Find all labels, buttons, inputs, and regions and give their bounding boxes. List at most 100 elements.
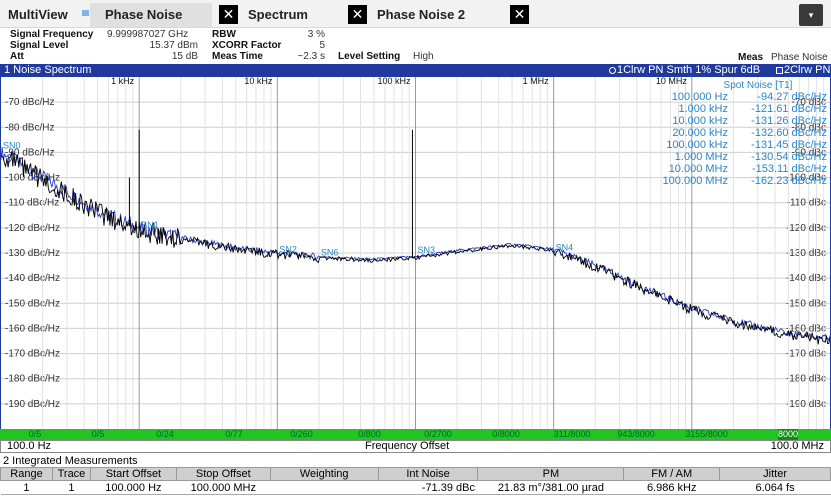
signal-frequency-value[interactable]: 9.999987027 GHz [107, 30, 188, 40]
y-tick-label-right: -170 dBc [786, 349, 826, 360]
x-decade-label: 100 kHz [377, 77, 411, 86]
averaging-segment-label: 0/260 [290, 429, 313, 439]
x-decade-label: 1 kHz [111, 77, 135, 86]
noise-spectrum-plot[interactable]: -70 dBc/Hz -70 dBc -80 dBc/Hz -80 dBc -90 dB… [0, 77, 831, 429]
y-tick-label-right: -140 dBc [786, 273, 826, 284]
spot-noise-value: -94.27 dBc/Hz [757, 91, 827, 103]
noise-spectrum-chart[interactable]: -70 dBc/Hz -70 dBc-80 dBc/Hz -80 dBc-90 dB… [1, 77, 830, 429]
spot-noise-frequency: 20.000 kHz [672, 127, 728, 139]
column-header: Start Offset [89, 467, 177, 481]
meas-time-value[interactable]: ~2.3 s [297, 52, 325, 62]
signal-level-label: Signal Level [10, 40, 69, 51]
trace-2-info: 2Clrw PN [784, 64, 831, 76]
att-value[interactable]: 15 dB [172, 52, 198, 62]
integrated-measurements-header[interactable]: 2 Integrated Measurements [0, 455, 831, 467]
spot-noise-title: Spot Noise [T1] [724, 80, 793, 91]
y-tick-label: -160 dBc/Hz [5, 323, 60, 334]
y-tick-label: -170 dBc/Hz [5, 349, 60, 360]
spot-noise-marker: SN6 [321, 248, 339, 258]
meas-label: Meas [738, 52, 764, 63]
trace-1-indicator-icon [609, 67, 616, 74]
xcorr-factor-label: XCORR Factor [212, 40, 282, 51]
averaging-progress-bar: 0/5 0/5 0/24 0/77 0/260 0/800 0/2700 0/8000 311/… [0, 429, 831, 440]
tab-phase-noise-label[interactable]: Phase Noise [105, 7, 182, 22]
averaging-segment-label: 0/24 [156, 429, 174, 439]
measurement-settings: Signal Frequency 9.999987027 GHz Signal … [0, 28, 831, 64]
averaging-segment-label: 943/8000 [617, 429, 655, 439]
y-tick-label: -80 dBc/Hz [5, 122, 54, 133]
rbw-value[interactable]: 3 % [308, 30, 325, 40]
y-tick-label: -70 dBc/Hz [5, 97, 54, 108]
spot-noise-frequency: 100.000 MHz [663, 175, 728, 187]
spot-noise-frequency: 1.000 MHz [675, 151, 728, 163]
spot-noise-value: -130.54 dBc/Hz [751, 151, 827, 163]
tab-bar: MultiView Phase Noise ✕ Spectrum ✕ Phase… [0, 0, 831, 28]
close-tab-phase-noise-icon[interactable]: ✕ [219, 5, 238, 24]
integrated-measurements-table: Range Trace Start Offset Stop Offset Wei… [0, 467, 831, 495]
diagram-title: 1 Noise Spectrum [4, 64, 92, 76]
averaging-segment-label: 0/800 [358, 429, 381, 439]
averaging-segment-label: 3155/8000 [685, 429, 728, 439]
column-header: FM / AM [623, 467, 721, 481]
spot-noise-value: -131.45 dBc/Hz [751, 139, 827, 151]
stop-frequency[interactable]: 100.0 MHz [771, 441, 824, 452]
table-cell: -71.39 dBc [378, 480, 478, 495]
signal-frequency-label: Signal Frequency [10, 29, 94, 40]
spot-noise-value: -153.11 dBc/Hz [752, 163, 827, 175]
diagram-header[interactable]: 1 Noise Spectrum 1Clrw PN Smth 1% Spur 6… [0, 64, 831, 77]
x-decade-label: 10 kHz [244, 77, 273, 86]
averaging-segment-label: 0/2700 [424, 429, 452, 439]
spot-noise-marker: SN0 [3, 140, 21, 150]
trace-2-indicator-icon [776, 67, 783, 74]
y-tick-label: -180 dBc/Hz [5, 374, 60, 385]
table-cell: 100.000 Hz [90, 480, 177, 495]
averaging-segment-label: 0/5 [91, 429, 105, 439]
trace-1-info: 1Clrw PN Smth 1% Spur 6dB [617, 64, 761, 76]
column-header: Int Noise [377, 467, 479, 481]
spot-noise-marker: SN4 [556, 242, 574, 252]
frequency-axis-bar: 100.0 Hz Frequency Offset 100.0 MHz [0, 440, 831, 453]
tab-indicator-icon [82, 10, 89, 16]
y-tick-label-right: -130 dBc [786, 248, 826, 259]
spot-noise-value: -131.26 dBc/Hz [751, 115, 827, 127]
spot-noise-frequency: 10.000 kHz [672, 115, 728, 127]
rbw-label: RBW [212, 29, 236, 40]
start-frequency[interactable]: 100.0 Hz [7, 441, 51, 452]
integrated-measurements-title: 2 Integrated Measurements [3, 455, 138, 467]
meas-value[interactable]: Phase Noise [771, 53, 828, 63]
y-tick-label-right: -190 dBc [786, 399, 826, 410]
column-header: Trace [51, 467, 91, 481]
chevron-down-icon[interactable]: ▾ [799, 4, 823, 26]
y-tick-label: -110 dBc/Hz [5, 198, 59, 209]
level-setting-value[interactable]: High [413, 52, 434, 62]
table-cell: 6.064 fs [719, 480, 831, 495]
tab-phase-noise-2[interactable]: Phase Noise 2 [377, 7, 465, 22]
column-header: Range [0, 467, 53, 481]
table-cell: 1 [52, 480, 91, 495]
averaging-segment-label: 0/77 [225, 429, 243, 439]
tab-spectrum[interactable]: Spectrum [248, 7, 308, 22]
spot-noise-marker: SN3 [418, 245, 436, 255]
averaging-segment-label: 8000 [777, 429, 799, 440]
table-cell: 100.000 MHz [176, 480, 271, 495]
spot-noise-frequency: 100.000 Hz [672, 91, 728, 103]
averaging-segment-label: 0/8000 [492, 429, 520, 439]
averaging-segment-label: 311/8000 [553, 429, 591, 439]
y-tick-label: -190 dBc/Hz [5, 399, 60, 410]
spot-noise-value: -121.61 dBc/Hz [751, 103, 827, 115]
table-row[interactable]: 1 1 100.000 Hz 100.000 MHz -71.39 dBc 21… [0, 480, 831, 495]
spot-noise-marker: SN2 [279, 244, 297, 254]
spot-noise-frequency: 1.000 kHz [678, 103, 728, 115]
table-header-row: Range Trace Start Offset Stop Offset Wei… [0, 467, 831, 481]
app-title: MultiView [8, 7, 68, 22]
att-label: Att [10, 51, 24, 62]
frequency-offset-label: Frequency Offset [365, 440, 450, 452]
column-header: Jitter [719, 467, 831, 481]
column-header: Stop Offset [175, 467, 271, 481]
signal-level-value[interactable]: 15.37 dBm [150, 41, 198, 51]
close-tab-phase-noise-2-icon[interactable]: ✕ [510, 5, 529, 24]
close-tab-spectrum-icon[interactable]: ✕ [348, 5, 367, 24]
table-cell [270, 480, 379, 495]
x-decade-label: 1 MHz [523, 77, 550, 86]
xcorr-factor-value[interactable]: 5 [319, 41, 325, 51]
